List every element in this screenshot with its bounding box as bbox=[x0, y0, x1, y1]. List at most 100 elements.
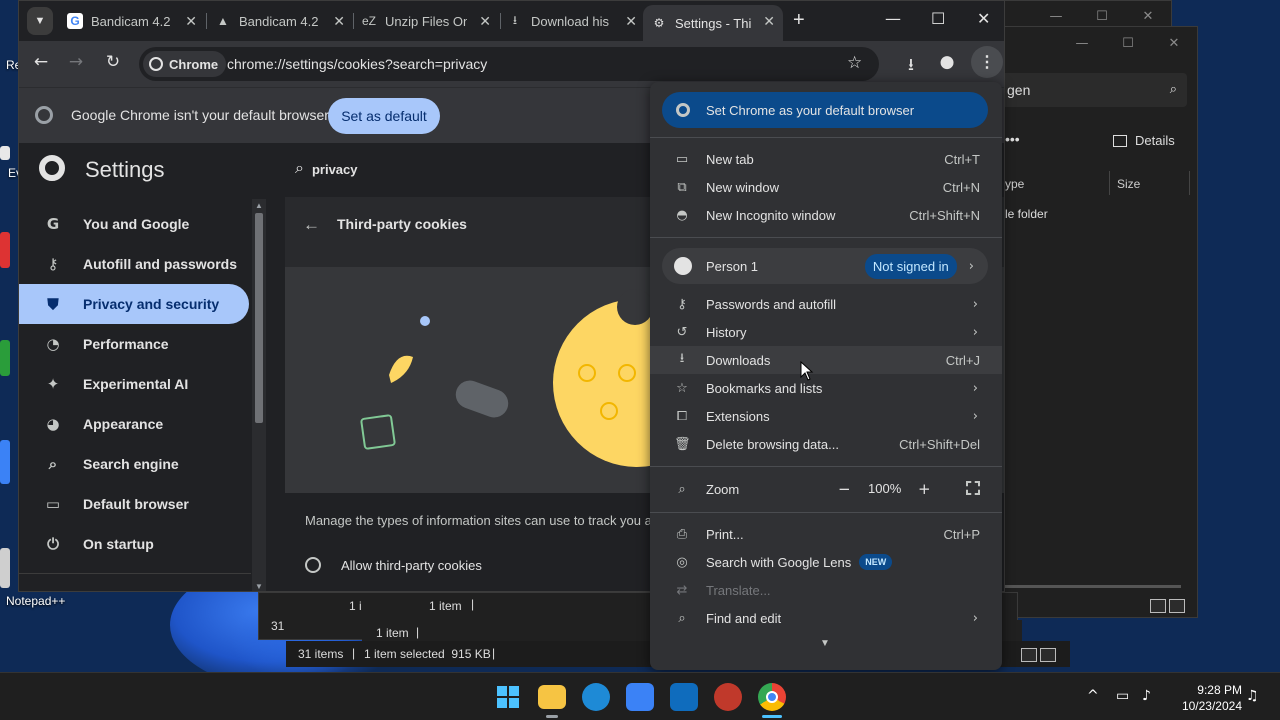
details-pane-button[interactable]: Details bbox=[1113, 133, 1175, 148]
site-info-chip[interactable]: Chrome bbox=[143, 51, 227, 77]
download-icon[interactable]: ⭳ bbox=[899, 52, 923, 81]
desktop-icon-label[interactable]: Notepad++ bbox=[6, 594, 65, 608]
url-text[interactable]: chrome://settings/cookies?search=privacy bbox=[227, 56, 487, 72]
sidebar-item-privacy[interactable]: ⛊ Privacy and security bbox=[19, 284, 249, 324]
close-icon[interactable]: ✕ bbox=[763, 13, 775, 30]
address-bar[interactable]: Chrome chrome://settings/cookies?search=… bbox=[139, 47, 879, 81]
notification-bell-icon[interactable]: ♫ bbox=[1246, 688, 1259, 704]
menu-item-bookmarks[interactable]: ☆ Bookmarks and lists › bbox=[650, 374, 1002, 402]
bookmark-star-icon[interactable]: ☆ bbox=[847, 53, 862, 73]
menu-item-new-tab[interactable]: ▭ New tab Ctrl+T bbox=[650, 145, 1002, 173]
sidebar-item-on-startup[interactable]: ⏻ On startup bbox=[19, 524, 249, 564]
profile-icon[interactable]: ● bbox=[935, 52, 959, 72]
zoom-in-button[interactable]: + bbox=[918, 480, 931, 498]
tab-bandicam-1[interactable]: G Bandicam 4.2 ✕ bbox=[59, 5, 205, 37]
google-icon: G bbox=[67, 13, 83, 29]
desktop-icon[interactable] bbox=[0, 440, 10, 484]
sidebar-item-performance[interactable]: ◔ Performance bbox=[19, 324, 249, 364]
desktop-icon[interactable] bbox=[0, 340, 10, 376]
forward-button[interactable]: → bbox=[64, 52, 88, 72]
more-options-icon[interactable]: ••• bbox=[1005, 131, 1020, 147]
horizontal-scrollbar[interactable] bbox=[1001, 585, 1181, 588]
set-default-browser-item[interactable]: Set Chrome as your default browser bbox=[662, 92, 988, 128]
tab-settings[interactable]: ⚙ Settings - Thi ✕ bbox=[643, 5, 783, 41]
file-explorer-icon[interactable] bbox=[538, 685, 566, 709]
reload-button[interactable]: ↻ bbox=[101, 52, 125, 72]
close-icon[interactable]: ✕ bbox=[1125, 9, 1171, 24]
new-tab-button[interactable]: + bbox=[793, 9, 805, 32]
system-clock[interactable]: 9:28 PM 10/23/2024 bbox=[1172, 682, 1242, 714]
minimize-icon[interactable]: — bbox=[1033, 9, 1079, 24]
edge-icon[interactable] bbox=[582, 683, 610, 711]
scroll-down-icon[interactable]: ▼ bbox=[255, 582, 263, 591]
maximize-icon[interactable]: ☐ bbox=[931, 9, 945, 28]
view-toggle[interactable] bbox=[1021, 648, 1056, 662]
allow-third-party-cookies-option[interactable]: Allow third-party cookies bbox=[305, 557, 482, 573]
minimize-icon[interactable]: — bbox=[1059, 36, 1105, 51]
close-icon[interactable]: ✕ bbox=[479, 13, 491, 30]
desktop-icon[interactable] bbox=[0, 146, 10, 160]
back-arrow-icon[interactable]: ← bbox=[303, 215, 320, 235]
column-header-type[interactable]: ype bbox=[1005, 177, 1024, 191]
chevron-up-icon[interactable]: ^ bbox=[1087, 688, 1099, 704]
menu-item-delete-browsing-data[interactable]: 🗑 Delete browsing data... Ctrl+Shift+Del bbox=[650, 430, 1002, 458]
volume-icon[interactable]: ♪ bbox=[1142, 688, 1151, 704]
trash-icon: 🗑 bbox=[674, 436, 691, 452]
store-icon[interactable] bbox=[626, 683, 654, 711]
outlook-icon[interactable] bbox=[670, 683, 698, 711]
menu-item-print[interactable]: ⎙ Print... Ctrl+P bbox=[650, 520, 1002, 548]
menu-item-downloads[interactable]: ⭳ Downloads Ctrl+J bbox=[650, 346, 1002, 374]
close-icon[interactable]: ✕ bbox=[1151, 36, 1197, 51]
close-icon[interactable]: ✕ bbox=[185, 13, 197, 30]
sidebar-scrollbar[interactable]: ▲ ▼ bbox=[252, 199, 266, 591]
maximize-icon[interactable]: ☐ bbox=[1105, 36, 1151, 51]
menu-item-passwords[interactable]: ⚷ Passwords and autofill › bbox=[650, 290, 1002, 318]
close-icon[interactable]: ✕ bbox=[333, 13, 345, 30]
scroll-up-icon[interactable]: ▲ bbox=[255, 201, 263, 210]
tab-bandicam-2[interactable]: ▲ Bandicam 4.2 ✕ bbox=[207, 5, 353, 37]
network-icon[interactable]: ▭ bbox=[1116, 688, 1129, 704]
menu-item-profile[interactable]: Person 1 Not signed in › bbox=[662, 248, 988, 284]
explorer-search-box[interactable]: gen ⌕ bbox=[1001, 73, 1187, 107]
file-row-type[interactable]: le folder bbox=[1005, 207, 1048, 221]
sidebar-item-autofill[interactable]: ⚷ Autofill and passwords bbox=[19, 244, 249, 284]
sidebar-item-appearance[interactable]: ◕ Appearance bbox=[19, 404, 249, 444]
close-icon[interactable]: ✕ bbox=[625, 13, 637, 30]
menu-item-new-incognito[interactable]: ◓ New Incognito window Ctrl+Shift+N bbox=[650, 201, 1002, 229]
set-as-default-button[interactable]: Set as default bbox=[328, 98, 440, 134]
tab-download-history[interactable]: ⭳ Download his ✕ bbox=[499, 5, 645, 37]
sidebar-item-experimental-ai[interactable]: ✦ Experimental AI bbox=[19, 364, 249, 404]
scroll-more-icon[interactable]: ▼ bbox=[820, 638, 830, 649]
menu-item-extensions[interactable]: ⧠ Extensions › bbox=[650, 402, 1002, 430]
maximize-icon[interactable]: ☐ bbox=[1079, 9, 1125, 24]
close-icon[interactable]: ✕ bbox=[977, 9, 990, 28]
column-header-size[interactable]: Size bbox=[1117, 177, 1140, 191]
thumbnail-view-icon[interactable] bbox=[1169, 599, 1185, 613]
back-button[interactable]: ← bbox=[29, 52, 53, 72]
menu-item-google-lens[interactable]: ◎ Search with Google Lens NEW bbox=[650, 548, 1002, 576]
fullscreen-icon[interactable] bbox=[966, 481, 980, 495]
details-view-icon[interactable] bbox=[1021, 648, 1037, 662]
explorer-window-front[interactable]: — ☐ ✕ gen ⌕ ••• Details ype Size le fold… bbox=[1000, 26, 1198, 618]
menu-item-new-window[interactable]: ⧉ New window Ctrl+N bbox=[650, 173, 1002, 201]
start-button[interactable] bbox=[494, 683, 522, 711]
desktop-icon[interactable] bbox=[0, 232, 10, 268]
menu-item-history[interactable]: ↺ History › bbox=[650, 318, 1002, 346]
sidebar-item-search-engine[interactable]: ⌕ Search engine bbox=[19, 444, 249, 484]
thumbnail-view-icon[interactable] bbox=[1040, 648, 1056, 662]
bandicam-icon[interactable] bbox=[714, 683, 742, 711]
more-menu-button[interactable]: ⋮ bbox=[971, 46, 1003, 78]
sidebar-item-you-and-google[interactable]: G You and Google bbox=[19, 204, 249, 244]
zoom-out-button[interactable]: − bbox=[838, 480, 851, 498]
scrollbar-thumb[interactable] bbox=[255, 213, 263, 423]
menu-item-find-and-edit[interactable]: ⌕ Find and edit › bbox=[650, 604, 1002, 632]
radio-button[interactable] bbox=[305, 557, 321, 573]
chrome-taskbar-icon[interactable] bbox=[758, 683, 786, 711]
minimize-icon[interactable]: — bbox=[885, 9, 901, 28]
tab-search-button[interactable]: ▼ bbox=[27, 7, 53, 35]
details-view-icon[interactable] bbox=[1150, 599, 1166, 613]
tab-unzip-files[interactable]: eZ Unzip Files On ✕ bbox=[353, 5, 499, 37]
view-toggle[interactable] bbox=[1150, 599, 1185, 613]
desktop-icon[interactable] bbox=[0, 548, 10, 588]
sidebar-item-default-browser[interactable]: ▭ Default browser bbox=[19, 484, 249, 524]
